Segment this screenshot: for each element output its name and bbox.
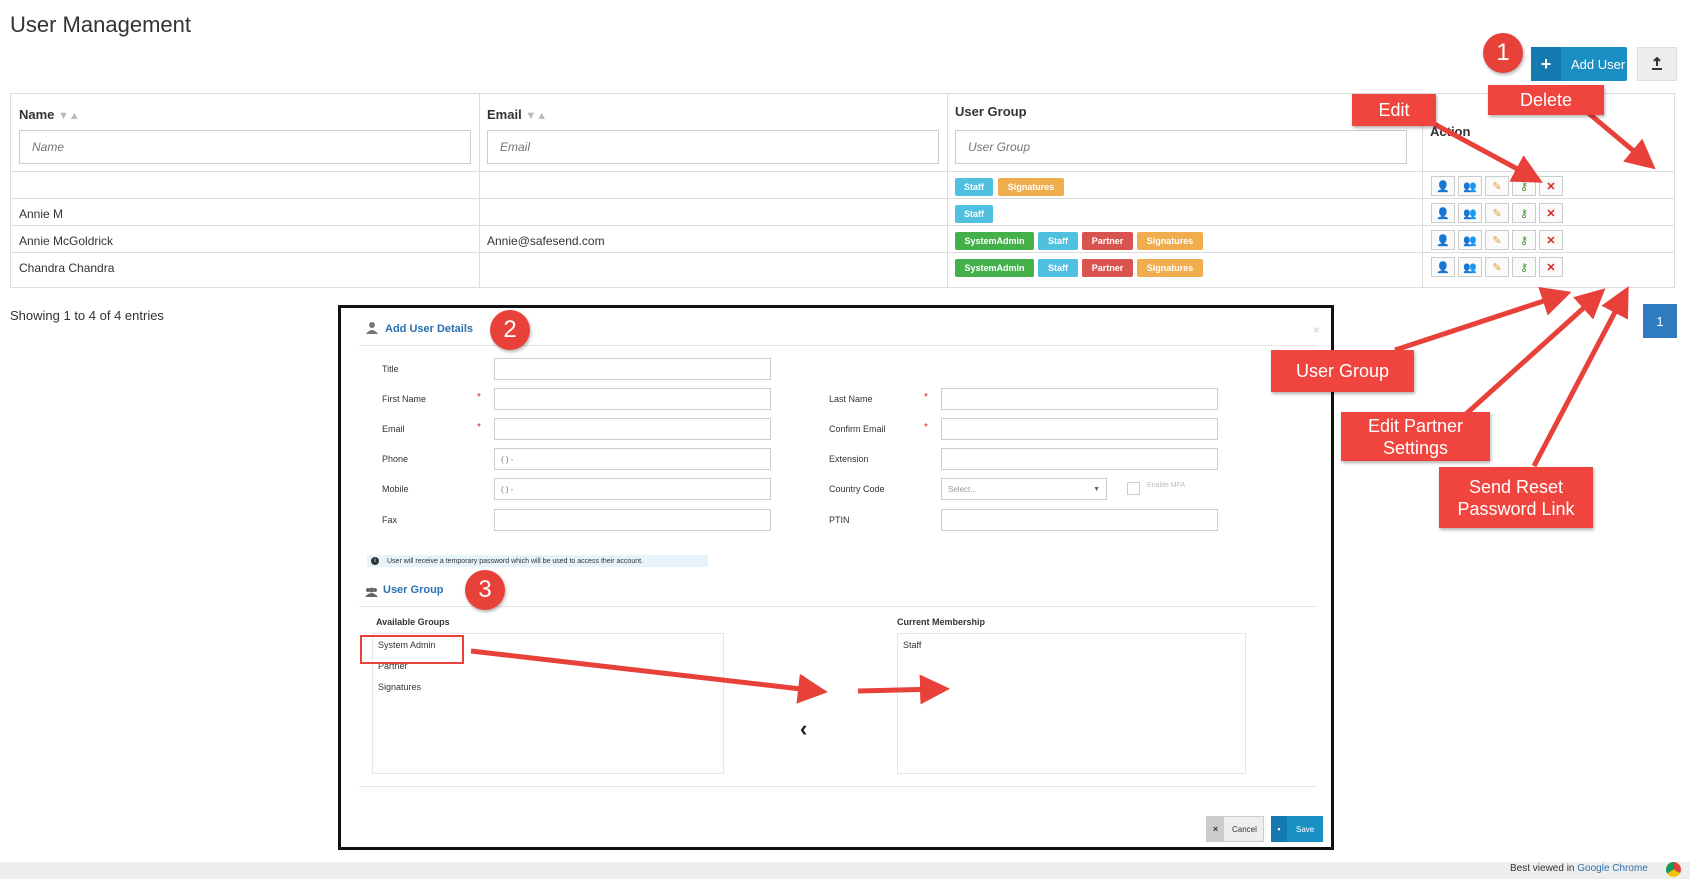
callout-user-group: User Group <box>1271 350 1414 392</box>
footer <box>0 862 1690 879</box>
footer-text: Best viewed in Google Chrome <box>1510 863 1648 874</box>
footer-browser: Google Chrome <box>1577 863 1648 874</box>
step-badge: 1 <box>1483 33 1523 73</box>
arrow-user-group <box>1394 287 1572 353</box>
arrow-edit-partner-settings <box>1464 288 1606 416</box>
arrow-send-reset-password <box>1531 286 1629 468</box>
step-badge: 3 <box>465 570 505 610</box>
arrow-system-admin <box>470 648 828 704</box>
step-badge: 2 <box>490 310 530 350</box>
callout-delete: Delete <box>1488 85 1604 115</box>
footer-prefix: Best viewed in <box>1510 863 1575 874</box>
highlight-system-admin <box>360 635 464 664</box>
arrow-to-membership <box>857 674 950 705</box>
arrow-edit <box>1423 116 1543 183</box>
callout-edit-partner-settings: Edit Partner Settings <box>1341 412 1490 461</box>
chrome-icon <box>1666 862 1681 877</box>
callout-edit: Edit <box>1352 94 1436 126</box>
callout-send-reset-password: Send Reset Password Link <box>1439 467 1593 528</box>
